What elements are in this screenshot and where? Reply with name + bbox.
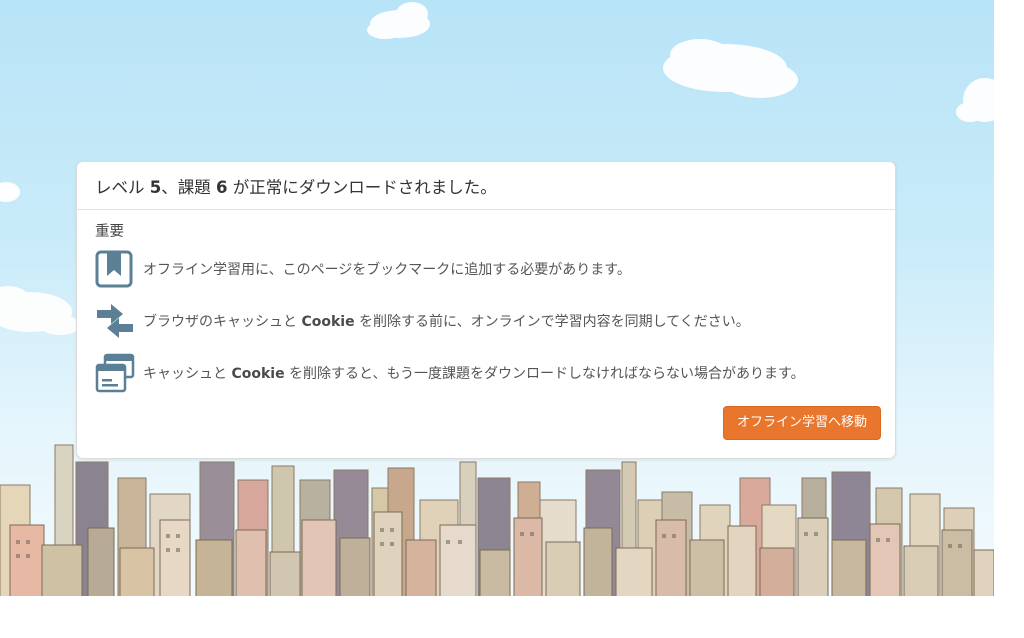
notice-text: ブラウザのキャッシュと Cookie を削除する前に、オンラインで学習内容を同期… — [143, 311, 750, 331]
notice-cache: キャッシュと Cookie を削除すると、もう一度課題をダウンロードしなければな… — [95, 353, 877, 393]
dialog-header: レベル 5、課題 6 が正常にダウンロードされました。 — [77, 162, 895, 210]
notice-bookmark: オフライン学習用に、このページをブックマークに追加する必要があります。 — [95, 249, 877, 289]
bookmark-icon — [95, 249, 135, 289]
title-suffix: が正常にダウンロードされました。 — [227, 177, 497, 197]
ground — [0, 596, 994, 638]
sync-arrows-icon — [95, 301, 135, 341]
title-level: 5 — [149, 177, 162, 197]
dialog-title: レベル 5、課題 6 が正常にダウンロードされました。 — [95, 174, 497, 198]
title-mid: 、課題 — [161, 177, 216, 197]
notice-text-a: キャッシュと — [143, 366, 232, 382]
notice-sync: ブラウザのキャッシュと Cookie を削除する前に、オンラインで学習内容を同期… — [95, 301, 877, 341]
notice-text-cookie: Cookie — [301, 314, 355, 330]
go-offline-learning-button[interactable]: オフライン学習へ移動 — [722, 406, 881, 440]
title-task: 6 — [215, 177, 228, 197]
browser-windows-icon — [95, 353, 135, 393]
notice-text: オフライン学習用に、このページをブックマークに追加する必要があります。 — [143, 259, 631, 279]
notice-text-a: ブラウザのキャッシュと — [143, 314, 302, 330]
title-prefix: レベル — [95, 177, 150, 197]
notice-text-c: を削除すると、もう一度課題をダウンロードしなければならない場合があります。 — [284, 366, 805, 382]
notice-text-c: を削除する前に、オンラインで学習内容を同期してください。 — [354, 314, 750, 330]
dialog-body: 重要 オフライン学習用に、このページをブックマークに追加する必要があります。 ブ… — [77, 210, 895, 393]
notice-text: キャッシュと Cookie を削除すると、もう一度課題をダウンロードしなければな… — [143, 363, 805, 383]
download-success-dialog: レベル 5、課題 6 が正常にダウンロードされました。 重要 オフライン学習用に… — [76, 161, 896, 459]
notice-text-a: オフライン学習用に、このページをブックマークに追加する必要があります。 — [143, 262, 631, 278]
important-label: 重要 — [95, 224, 124, 240]
page: レベル 5、課題 6 が正常にダウンロードされました。 重要 オフライン学習用に… — [0, 0, 1024, 638]
notice-text-cookie: Cookie — [231, 366, 285, 382]
right-margin — [994, 0, 1024, 638]
